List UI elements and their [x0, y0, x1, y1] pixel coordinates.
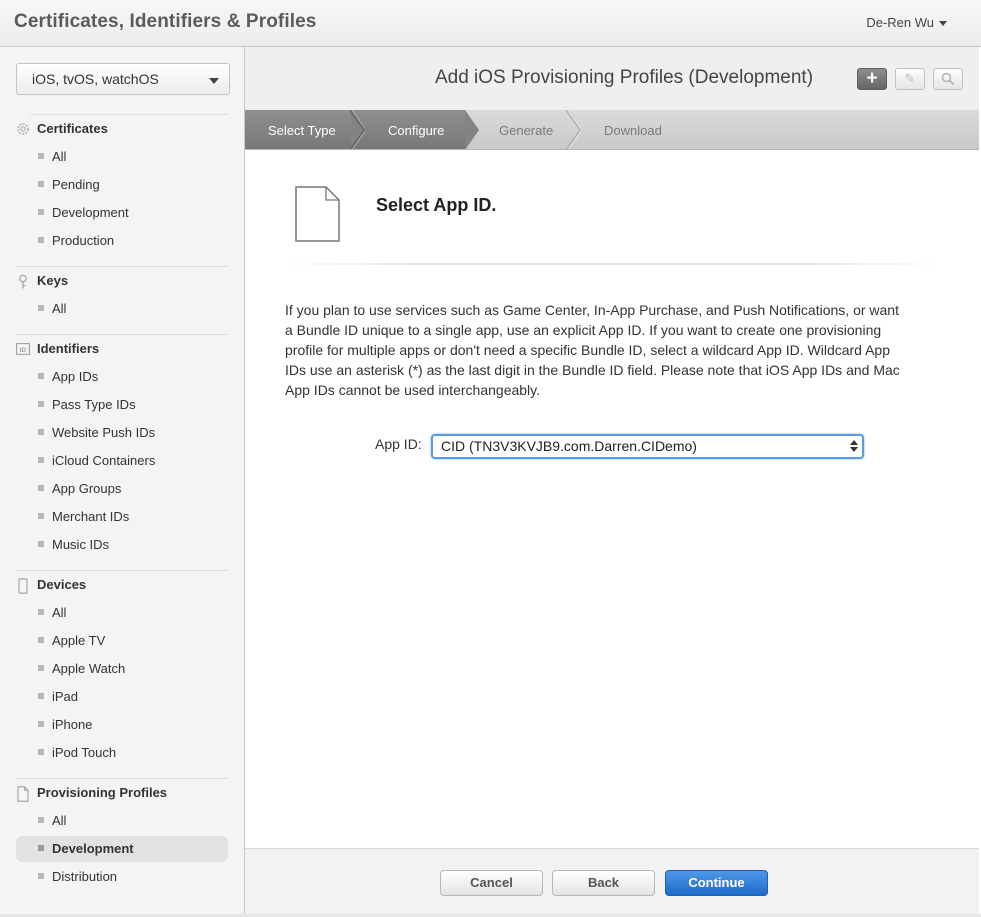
step-chevron — [565, 110, 581, 149]
section-heading: Select App ID. — [376, 195, 497, 215]
search-button[interactable] — [933, 68, 963, 90]
sidebar-item-certificates-development[interactable]: Development — [16, 200, 228, 226]
bullet — [38, 153, 44, 159]
sidebar: iOS, tvOS, watchOS Certificates All Pend… — [0, 47, 245, 915]
edit-button[interactable]: ✎ — [895, 68, 925, 90]
bullet — [38, 693, 44, 699]
document-icon — [295, 186, 340, 242]
step-select-type: Select Type — [245, 110, 365, 149]
sidebar-item-apple-tv[interactable]: Apple TV — [16, 628, 228, 654]
app-id-select-value: CID (TN3V3KVJB9.com.Darren.CIDemo) — [441, 438, 697, 454]
sidebar-item-certificates-all[interactable]: All — [16, 144, 228, 170]
bullet — [38, 305, 44, 311]
sidebar-item-keys-all[interactable]: All — [16, 296, 228, 322]
bullet — [38, 209, 44, 215]
continue-button[interactable]: Continue — [665, 870, 768, 896]
bullet — [38, 457, 44, 463]
bullet — [38, 541, 44, 547]
bullet — [38, 181, 44, 187]
search-icon — [941, 72, 955, 86]
bullet — [38, 721, 44, 727]
bullet — [38, 485, 44, 491]
sidebar-item-iphone[interactable]: iPhone — [16, 712, 228, 738]
footer-bar: Cancel Back Continue — [245, 848, 979, 915]
sidebar-item-app-ids[interactable]: App IDs — [16, 364, 228, 390]
sidebar-divider — [16, 334, 228, 335]
content-divider — [285, 263, 941, 265]
step-generate: Generate — [499, 123, 554, 138]
key-icon — [16, 274, 29, 289]
user-name: De-Ren Wu — [866, 15, 934, 30]
platform-select[interactable]: iOS, tvOS, watchOS — [16, 63, 230, 95]
bullet — [38, 609, 44, 615]
sidebar-divider — [30, 114, 228, 115]
sidebar-divider — [16, 778, 228, 779]
bullet — [38, 429, 44, 435]
sidebar-item-profiles-distribution[interactable]: Distribution — [16, 864, 228, 890]
sidebar-divider — [16, 570, 228, 571]
gear-certificate-icon — [16, 122, 29, 136]
dropdown-arrow-icon — [209, 78, 219, 84]
bullet — [38, 817, 44, 823]
sidebar-item-apple-watch[interactable]: Apple Watch — [16, 656, 228, 682]
bullet — [38, 873, 44, 879]
description-text: If you plan to use services such as Game… — [285, 302, 900, 398]
plus-icon: + — [866, 68, 878, 89]
top-bar: Certificates, Identifiers & Profiles De-… — [0, 0, 981, 47]
sidebar-item-pass-type-ids[interactable]: Pass Type IDs — [16, 392, 228, 418]
bullet — [38, 401, 44, 407]
device-icon — [16, 578, 29, 594]
back-button[interactable]: Back — [552, 870, 655, 896]
sidebar-item-music-ids[interactable]: Music IDs — [16, 532, 228, 558]
bullet — [38, 513, 44, 519]
bullet — [38, 665, 44, 671]
chevron-down-icon — [939, 21, 947, 27]
main-header: Add iOS Provisioning Profiles (Developme… — [245, 47, 979, 110]
sidebar-item-ipod-touch[interactable]: iPod Touch — [16, 740, 228, 766]
app-id-select[interactable]: CID (TN3V3KVJB9.com.Darren.CIDemo) — [431, 434, 864, 459]
sidebar-item-profiles-development[interactable]: Development — [16, 836, 228, 862]
sidebar-item-certificates-pending[interactable]: Pending — [16, 172, 228, 198]
platform-select-value: iOS, tvOS, watchOS — [32, 71, 159, 87]
sidebar-item-app-groups[interactable]: App Groups — [16, 476, 228, 502]
bullet — [38, 637, 44, 643]
bullet — [38, 845, 44, 851]
sidebar-item-website-push-ids[interactable]: Website Push IDs — [16, 420, 228, 446]
sidebar-item-icloud-containers[interactable]: iCloud Containers — [16, 448, 228, 474]
bullet — [38, 373, 44, 379]
cancel-button[interactable]: Cancel — [440, 870, 543, 896]
wizard-steps: Select Type Configure Generate Download — [245, 110, 979, 150]
step-configure: Configure — [351, 110, 479, 149]
id-icon: ID — [16, 342, 30, 356]
step-chevron — [349, 110, 365, 149]
app-id-label: App ID: — [375, 436, 422, 452]
select-arrows-icon — [850, 438, 858, 454]
sidebar-item-profiles-all[interactable]: All — [16, 808, 228, 834]
step-download: Download — [604, 123, 662, 138]
app-title: Certificates, Identifiers & Profiles — [14, 11, 317, 32]
svg-text:ID: ID — [20, 347, 27, 354]
sidebar-item-devices-all[interactable]: All — [16, 600, 228, 626]
sidebar-item-ipad[interactable]: iPad — [16, 684, 228, 710]
document-icon — [16, 786, 29, 802]
main-panel: Add iOS Provisioning Profiles (Developme… — [245, 47, 979, 915]
sidebar-divider — [16, 266, 228, 267]
bullet — [38, 749, 44, 755]
add-button[interactable]: + — [857, 68, 887, 90]
sidebar-item-merchant-ids[interactable]: Merchant IDs — [16, 504, 228, 530]
user-menu[interactable]: De-Ren Wu — [866, 15, 947, 30]
edit-icon: ✎ — [904, 71, 916, 86]
bullet — [38, 237, 44, 243]
sidebar-item-certificates-production[interactable]: Production — [16, 228, 228, 254]
